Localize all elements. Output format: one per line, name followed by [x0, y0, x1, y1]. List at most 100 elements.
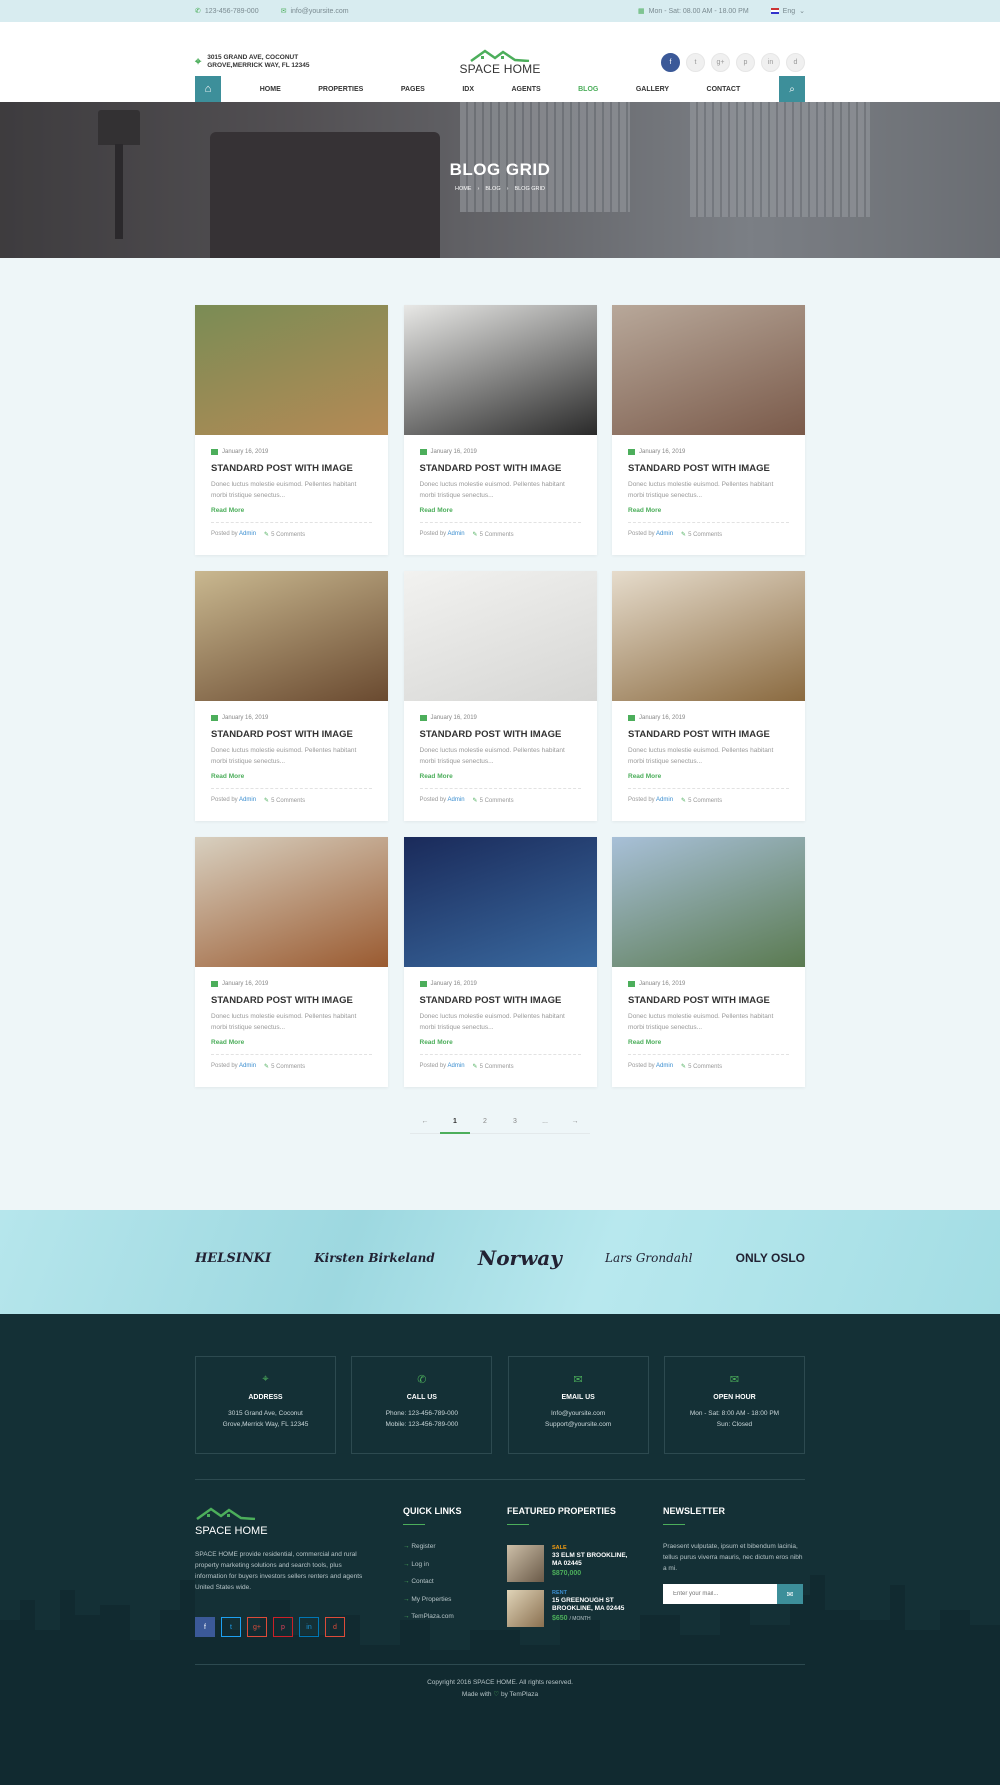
- quick-link-my-properties[interactable]: My Properties: [403, 1596, 507, 1603]
- quick-link-contact[interactable]: Contact: [403, 1578, 507, 1585]
- author-link[interactable]: Admin: [239, 1063, 256, 1069]
- nav-item-properties[interactable]: PROPERTIES: [318, 86, 363, 93]
- quick-link-register[interactable]: Register: [403, 1543, 507, 1550]
- pagination-next[interactable]: →: [560, 1118, 590, 1125]
- partner-logo-helsinki[interactable]: HELSINKI: [195, 1251, 271, 1266]
- property-address[interactable]: 15 GREENOUGH ST BROOKLINE, MA 02445: [552, 1597, 624, 1613]
- post-title[interactable]: STANDARD POST WITH IMAGE: [211, 729, 372, 740]
- footer-divider: [195, 1479, 805, 1480]
- post-title[interactable]: STANDARD POST WITH IMAGE: [211, 995, 372, 1006]
- partner-logo-norway[interactable]: Norway: [478, 1246, 562, 1270]
- nav-item-pages[interactable]: PAGES: [401, 86, 425, 93]
- author-link[interactable]: Admin: [656, 797, 673, 803]
- breadcrumb-separator-icon: ›: [506, 186, 509, 192]
- google-plus-icon[interactable]: g+: [711, 52, 730, 72]
- facebook-icon[interactable]: f: [661, 52, 680, 72]
- facebook-icon[interactable]: f: [195, 1617, 215, 1637]
- post-comments[interactable]: ✎ 5 Comments: [681, 1063, 722, 1071]
- post-image[interactable]: [195, 305, 388, 435]
- read-more-link[interactable]: Read More: [420, 507, 581, 514]
- post-comments[interactable]: ✎ 5 Comments: [264, 797, 305, 805]
- site-logo[interactable]: SPACE HOME: [459, 48, 540, 76]
- post-image[interactable]: [612, 837, 805, 967]
- post-image[interactable]: [612, 305, 805, 435]
- nav-item-agents[interactable]: AGENTS: [511, 86, 540, 93]
- post-image[interactable]: [195, 837, 388, 967]
- author-link[interactable]: Admin: [656, 1063, 673, 1069]
- post-comments[interactable]: ✎ 5 Comments: [473, 531, 514, 539]
- pagination-prev[interactable]: ←: [410, 1118, 440, 1125]
- newsletter-email-input[interactable]: [663, 1584, 777, 1604]
- post-comments[interactable]: ✎ 5 Comments: [473, 1063, 514, 1071]
- footer-logo[interactable]: SPACE HOME: [195, 1506, 403, 1537]
- nav-item-home[interactable]: HOME: [260, 86, 281, 93]
- post-title[interactable]: STANDARD POST WITH IMAGE: [628, 729, 789, 740]
- twitter-icon[interactable]: t: [221, 1617, 241, 1637]
- post-image[interactable]: [195, 571, 388, 701]
- post-title[interactable]: STANDARD POST WITH IMAGE: [211, 463, 372, 474]
- pagination-page-1[interactable]: 1: [440, 1118, 470, 1134]
- topbar-email[interactable]: ✉ info@yoursite.com: [281, 7, 349, 16]
- read-more-link[interactable]: Read More: [211, 1039, 372, 1046]
- post-image[interactable]: [403, 305, 597, 435]
- post-image[interactable]: [403, 571, 597, 701]
- author-link[interactable]: Admin: [448, 531, 465, 537]
- pagination-page-2[interactable]: 2: [470, 1118, 500, 1125]
- post-image[interactable]: [403, 837, 597, 967]
- breadcrumb-home[interactable]: HOME: [455, 186, 472, 192]
- post-footer: Posted by Admin ✎ 5 Comments: [628, 788, 789, 804]
- read-more-link[interactable]: Read More: [420, 1039, 581, 1046]
- read-more-link[interactable]: Read More: [628, 507, 789, 514]
- linkedin-icon[interactable]: in: [761, 52, 780, 72]
- post-comments[interactable]: ✎ 5 Comments: [473, 797, 514, 805]
- partner-logo-kirsten[interactable]: Kirsten Birkeland: [314, 1251, 435, 1265]
- featured-property[interactable]: RENT 15 GREENOUGH ST BROOKLINE, MA 02445 …: [507, 1590, 663, 1627]
- author-link[interactable]: Admin: [448, 1063, 465, 1069]
- post-title[interactable]: STANDARD POST WITH IMAGE: [628, 463, 789, 474]
- dribbble-icon[interactable]: d: [325, 1617, 345, 1637]
- property-address[interactable]: 33 ELM ST BROOKLINE, MA 02445: [552, 1552, 627, 1568]
- linkedin-icon[interactable]: in: [299, 1617, 319, 1637]
- read-more-link[interactable]: Read More: [211, 507, 372, 514]
- topbar-phone[interactable]: ✆ 123-456-789-000: [195, 7, 259, 16]
- google-plus-icon[interactable]: g+: [247, 1617, 267, 1637]
- twitter-icon[interactable]: t: [686, 52, 705, 72]
- nav-item-gallery[interactable]: GALLERY: [636, 86, 669, 93]
- breadcrumb-blog[interactable]: BLOG: [485, 186, 500, 192]
- featured-property[interactable]: SALE 33 ELM ST BROOKLINE, MA 02445 $870,0…: [507, 1545, 663, 1582]
- post-comments[interactable]: ✎ 5 Comments: [264, 531, 305, 539]
- author-link[interactable]: Admin: [656, 531, 673, 537]
- read-more-link[interactable]: Read More: [628, 773, 789, 780]
- partner-logo-lars[interactable]: Lars Grondahl: [605, 1251, 693, 1265]
- partner-logo-only-oslo[interactable]: ONLY OSLO: [736, 1251, 805, 1265]
- post-title[interactable]: STANDARD POST WITH IMAGE: [420, 995, 581, 1006]
- author-link[interactable]: Admin: [239, 797, 256, 803]
- post-title[interactable]: STANDARD POST WITH IMAGE: [628, 995, 789, 1006]
- pagination-page-3[interactable]: 3: [500, 1118, 530, 1125]
- pinterest-icon[interactable]: p: [736, 52, 755, 72]
- property-thumbnail[interactable]: [507, 1545, 544, 1582]
- quick-link-templaza[interactable]: TemPlaza.com: [403, 1613, 507, 1620]
- author-link[interactable]: Admin: [239, 531, 256, 537]
- read-more-link[interactable]: Read More: [420, 773, 581, 780]
- author-link[interactable]: Admin: [448, 797, 465, 803]
- post-comments[interactable]: ✎ 5 Comments: [264, 1063, 305, 1071]
- nav-item-idx[interactable]: IDX: [462, 86, 474, 93]
- post-title[interactable]: STANDARD POST WITH IMAGE: [420, 463, 581, 474]
- newsletter-submit-button[interactable]: ✉: [777, 1584, 803, 1604]
- dribbble-icon[interactable]: d: [786, 52, 805, 72]
- search-icon[interactable]: ⌕: [779, 76, 805, 102]
- pinterest-icon[interactable]: p: [273, 1617, 293, 1637]
- post-title[interactable]: STANDARD POST WITH IMAGE: [420, 729, 581, 740]
- read-more-link[interactable]: Read More: [628, 1039, 789, 1046]
- post-image[interactable]: [612, 571, 805, 701]
- home-icon[interactable]: ⌂: [195, 76, 221, 102]
- property-thumbnail[interactable]: [507, 1590, 544, 1627]
- post-comments[interactable]: ✎ 5 Comments: [681, 531, 722, 539]
- nav-item-blog[interactable]: BLOG: [578, 86, 598, 93]
- nav-item-contact[interactable]: CONTACT: [707, 86, 741, 93]
- language-selector[interactable]: Eng ⌄: [770, 7, 805, 15]
- read-more-link[interactable]: Read More: [211, 773, 372, 780]
- post-comments[interactable]: ✎ 5 Comments: [681, 797, 722, 805]
- quick-link-login[interactable]: Log in: [403, 1561, 507, 1568]
